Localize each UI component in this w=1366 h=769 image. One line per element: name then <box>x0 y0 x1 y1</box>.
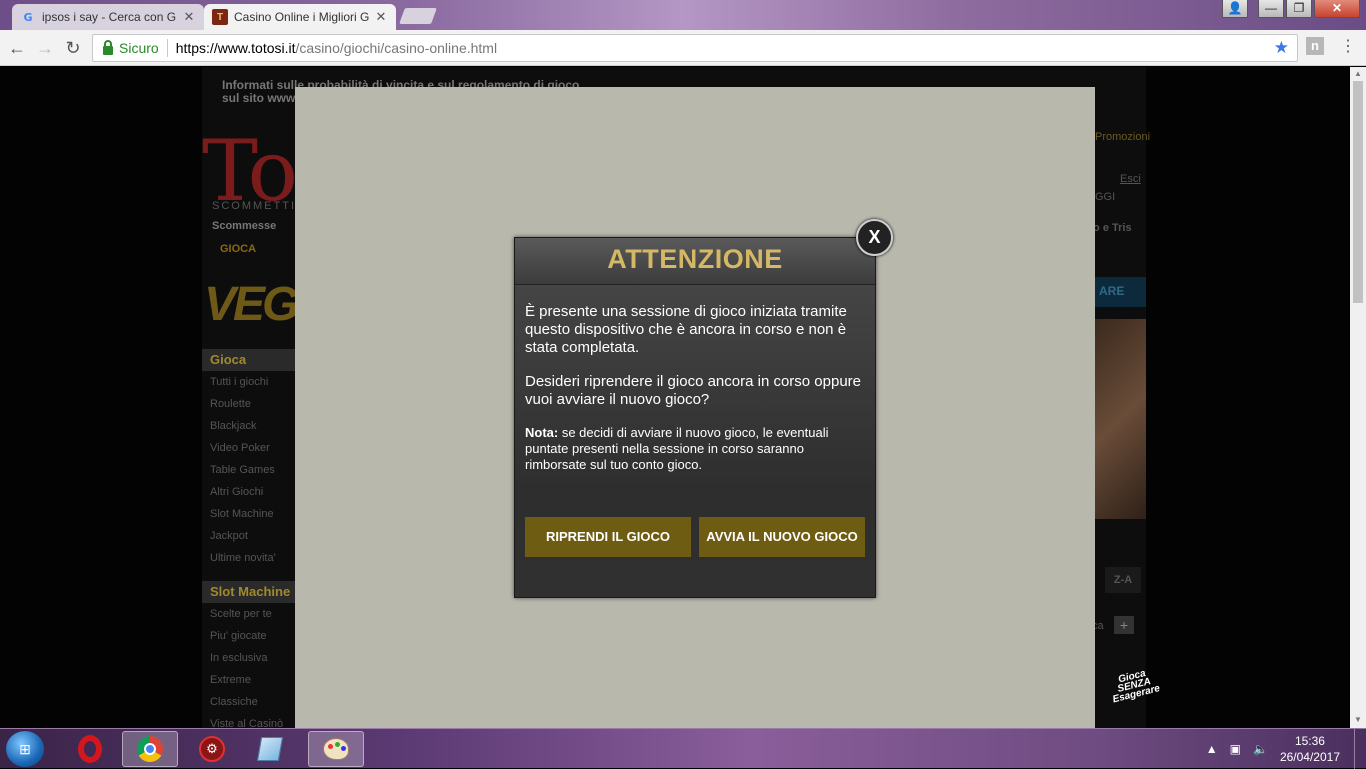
url-host: https://www.totosi.it <box>175 40 296 56</box>
restore-button[interactable]: ❐ <box>1286 0 1312 18</box>
tab-google-search[interactable]: G ipsos i say - Cerca con G ✕ <box>12 4 204 30</box>
ippica-link[interactable]: io e Tris <box>1090 222 1132 234</box>
dialog-header: ATTENZIONE <box>515 238 875 285</box>
sidebar-item[interactable]: In esclusiva <box>210 652 267 664</box>
clock[interactable]: 15:36 26/04/2017 <box>1280 733 1340 765</box>
taskbar-game[interactable]: ⚙ <box>184 731 240 767</box>
dialog-title: ATTENZIONE <box>607 244 783 274</box>
totosi-icon: T <box>212 9 228 25</box>
sidebar-item[interactable]: Roulette <box>210 398 251 410</box>
start-new-game-button[interactable]: AVVIA IL NUOVO GIOCO <box>699 517 865 557</box>
sidebar-item[interactable]: Viste al Casinò <box>210 718 283 728</box>
windows-logo-icon: ⊞ <box>19 741 31 757</box>
lock-icon <box>103 39 113 55</box>
sidebar-item[interactable]: Piu' giocate <box>210 630 267 642</box>
system-tray: ▲ ▣ 🔈 15:36 26/04/2017 <box>1206 729 1366 769</box>
resume-game-button[interactable]: RIPRENDI IL GIOCO <box>525 517 691 557</box>
sidebar-item[interactable]: Blackjack <box>210 420 256 432</box>
taskbar-opera[interactable] <box>62 731 118 767</box>
menu-icon[interactable]: ⋮ <box>1340 36 1356 56</box>
close-tab-icon[interactable]: ✕ <box>374 9 388 25</box>
sidebar-item[interactable]: Classiche <box>210 696 258 708</box>
browser-toolbar: ← → ↻ Sicuro https://www.totosi.it/casin… <box>0 30 1366 66</box>
taskbar-paint[interactable] <box>308 731 364 767</box>
sidebar-title-slot: Slot Machine <box>202 581 302 603</box>
bookmark-star-icon[interactable]: ★ <box>1274 38 1289 58</box>
close-window-button[interactable]: ✕ <box>1314 0 1360 18</box>
close-tab-icon[interactable]: ✕ <box>182 9 196 25</box>
sort-za-button[interactable]: Z-A <box>1105 567 1141 593</box>
address-bar[interactable]: Sicuro https://www.totosi.it/casino/gioc… <box>92 34 1298 62</box>
dialog-note: Nota: se decidi di avviare il nuovo gioc… <box>525 425 865 473</box>
divider <box>166 39 168 57</box>
reload-icon[interactable]: ↻ <box>62 37 84 59</box>
browser-titlebar: G ipsos i say - Cerca con G ✕ T Casino O… <box>0 0 1366 30</box>
promo-banner[interactable]: ARE <box>1095 277 1146 307</box>
minimize-button[interactable]: — <box>1258 0 1284 18</box>
forward-icon[interactable]: → <box>34 37 56 59</box>
sidebar-item[interactable]: Scelte per te <box>210 608 272 620</box>
taskbar-chrome[interactable] <box>122 731 178 767</box>
windows-taskbar: ⊞ ⚙ ▲ ▣ 🔈 15:36 26/04/2017 <box>0 728 1366 769</box>
show-desktop-button[interactable] <box>1354 729 1366 769</box>
sidebar-item[interactable]: Table Games <box>210 464 275 476</box>
show-hidden-icons-icon[interactable]: ▲ <box>1206 742 1218 756</box>
volume-icon[interactable]: 🔈 <box>1253 742 1268 756</box>
network-icon[interactable]: ▣ <box>1230 742 1241 756</box>
scroll-down-icon[interactable]: ▼ <box>1353 715 1363 724</box>
note-text: se decidi di avviare il nuovo gioco, le … <box>525 425 829 472</box>
sidebar-title-gioca: Gioca <box>202 349 302 371</box>
sidebar-item[interactable]: Tutti i giochi <box>210 376 268 388</box>
sidebar-item[interactable]: Jackpot <box>210 530 248 542</box>
start-button[interactable]: ⊞ <box>6 731 44 767</box>
promozioni-link[interactable]: Promozioni <box>1095 131 1150 143</box>
attention-dialog: ATTENZIONE È presente una sessione di gi… <box>514 237 876 598</box>
game-icon: ⚙ <box>199 736 225 762</box>
opera-icon <box>78 735 102 763</box>
clock-time: 15:36 <box>1294 734 1325 748</box>
tab-title: Casino Online i Migliori G <box>234 10 370 24</box>
oggi-label: GGI <box>1095 191 1116 203</box>
google-icon: G <box>23 10 33 24</box>
taskbar-document[interactable] <box>242 731 298 767</box>
page-scrollbar[interactable]: ▲ ▼ <box>1350 67 1366 728</box>
clock-date: 26/04/2017 <box>1279 750 1340 764</box>
extension-icon[interactable]: n <box>1306 37 1324 55</box>
dialog-question: Desideri riprendere il gioco ancora in c… <box>525 373 862 408</box>
document-icon <box>256 737 284 761</box>
scroll-thumb[interactable] <box>1353 81 1363 303</box>
window-controls: 👤 — ❐ ✕ <box>1222 0 1360 18</box>
sidebar-item[interactable]: Extreme <box>210 674 251 686</box>
chrome-icon <box>137 736 163 762</box>
sidebar-item[interactable]: Video Poker <box>210 442 270 454</box>
tab-title: ipsos i say - Cerca con G <box>42 10 177 24</box>
esci-link[interactable]: Esci <box>1120 173 1141 185</box>
nav-gioca-label: GIOCA <box>220 243 256 255</box>
secure-label: Sicuro <box>119 40 159 56</box>
tab-totosi-casino[interactable]: T Casino Online i Migliori G ✕ <box>204 4 396 30</box>
user-icon[interactable]: 👤 <box>1222 0 1248 18</box>
dialog-body: È presente una sessione di gioco iniziat… <box>515 285 875 473</box>
sidebar-item[interactable]: Ultime novita' <box>210 552 276 564</box>
promo-image <box>1095 319 1146 519</box>
scroll-up-icon[interactable]: ▲ <box>1353 69 1363 78</box>
new-tab-button[interactable] <box>399 8 437 24</box>
nav-scommesse[interactable]: Scommesse <box>212 220 276 232</box>
back-icon[interactable]: ← <box>6 37 28 59</box>
url-path: /casino/giochi/casino-online.html <box>295 40 498 56</box>
sidebar-item[interactable]: Slot Machine <box>210 508 274 520</box>
note-label: Nota: <box>525 425 559 440</box>
add-button[interactable]: + <box>1114 616 1134 634</box>
close-dialog-button[interactable]: X <box>856 219 893 256</box>
dialog-message: È presente una sessione di gioco iniziat… <box>525 303 847 356</box>
paint-palette-icon <box>323 738 349 760</box>
sidebar-item[interactable]: Altri Giochi <box>210 486 263 498</box>
